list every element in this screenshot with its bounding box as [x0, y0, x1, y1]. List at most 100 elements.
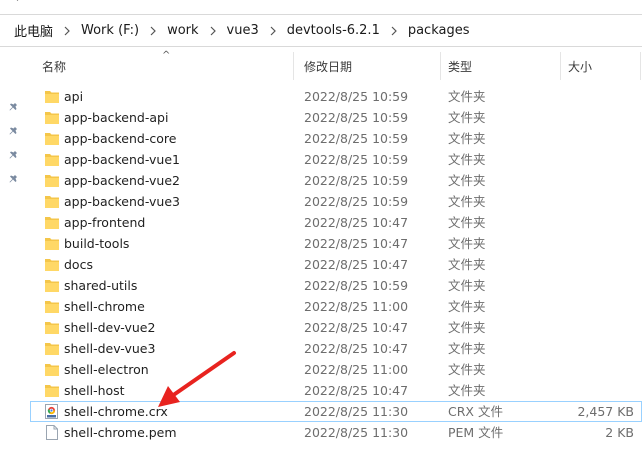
file-date: 2022/8/25 10:59	[304, 173, 409, 188]
file-name: app-backend-vue2	[64, 173, 180, 188]
file-type: 文件夹	[448, 173, 486, 188]
breadcrumb-drive[interactable]: Work (F:)	[79, 23, 141, 38]
breadcrumb-work[interactable]: work	[165, 23, 200, 38]
file-name: app-frontend	[64, 215, 146, 230]
file-name: app-backend-api	[64, 110, 169, 125]
chevron-right-icon[interactable]	[201, 26, 225, 36]
annotation-arrow-icon	[158, 351, 236, 407]
file-row[interactable]: shell-chrome 2022/8/25 11:00 文件夹	[30, 296, 642, 317]
file-name: shared-utils	[64, 278, 138, 293]
file-date: 2022/8/25 10:59	[304, 131, 409, 146]
file-date: 2022/8/25 11:30	[304, 425, 409, 440]
folder-icon	[45, 91, 59, 103]
file-row[interactable]: shell-chrome.pem 2022/8/25 11:30 PEM 文件 …	[30, 422, 642, 443]
file-type: 文件夹	[448, 215, 486, 230]
file-name: shell-electron	[64, 362, 149, 377]
file-list: api 2022/8/25 10:59 文件夹 app-backend-api …	[30, 86, 642, 443]
file-row[interactable]: shell-host 2022/8/25 10:47 文件夹	[30, 380, 642, 401]
file-date: 2022/8/25 10:59	[304, 278, 409, 293]
pin-icon[interactable]	[7, 98, 21, 112]
file-row[interactable]: app-backend-api 2022/8/25 10:59 文件夹	[30, 107, 642, 128]
file-row[interactable]: shared-utils 2022/8/25 10:59 文件夹	[30, 275, 642, 296]
file-name: shell-chrome.pem	[64, 425, 177, 440]
file-date: 2022/8/25 10:59	[304, 89, 409, 104]
pin-icon[interactable]	[7, 146, 21, 160]
file-date: 2022/8/25 10:47	[304, 257, 409, 272]
file-type: 文件夹	[448, 110, 486, 125]
file-date: 2022/8/25 10:47	[304, 341, 409, 356]
navigation-pane	[0, 48, 30, 475]
file-size: 2,457 KB	[577, 404, 634, 419]
file-type: 文件夹	[448, 152, 486, 167]
file-row[interactable]: api 2022/8/25 10:59 文件夹	[30, 86, 642, 107]
file-name: app-backend-vue1	[64, 152, 180, 167]
file-type: 文件夹	[448, 194, 486, 209]
column-date-header[interactable]: 修改日期	[304, 48, 352, 84]
file-row[interactable]: shell-dev-vue2 2022/8/25 10:47 文件夹	[30, 317, 642, 338]
file-type: PEM 文件	[448, 425, 504, 440]
folder-icon	[45, 112, 59, 124]
file-date: 2022/8/25 11:00	[304, 299, 409, 314]
file-type: CRX 文件	[448, 404, 503, 419]
file-row[interactable]: shell-electron 2022/8/25 11:00 文件夹	[30, 359, 642, 380]
column-divider[interactable]	[293, 52, 294, 80]
file-row-selected[interactable]: shell-chrome.crx 2022/8/25 11:30 CRX 文件 …	[30, 401, 642, 422]
column-name-header[interactable]: 名称	[42, 48, 66, 84]
folder-icon	[45, 301, 59, 313]
file-type: 文件夹	[448, 278, 486, 293]
folder-icon	[45, 280, 59, 292]
column-divider[interactable]	[560, 52, 561, 80]
file-date: 2022/8/25 11:30	[304, 404, 409, 419]
folder-icon	[45, 259, 59, 271]
breadcrumb-packages[interactable]: packages	[406, 23, 472, 38]
file-row[interactable]: app-backend-vue1 2022/8/25 10:59 文件夹	[30, 149, 642, 170]
pin-icon[interactable]	[7, 122, 21, 136]
file-row[interactable]: app-backend-vue3 2022/8/25 10:59 文件夹	[30, 191, 642, 212]
breadcrumb-vue3[interactable]: vue3	[225, 23, 261, 38]
breadcrumb-this-pc[interactable]: 此电脑	[0, 21, 55, 40]
chevron-right-icon[interactable]	[141, 26, 165, 36]
column-size-header[interactable]: 大小	[568, 48, 592, 84]
folder-icon	[45, 154, 59, 166]
sort-ascending-icon: ^	[162, 50, 171, 61]
file-date: 2022/8/25 10:59	[304, 194, 409, 209]
folder-icon	[45, 175, 59, 187]
column-divider[interactable]	[440, 52, 441, 80]
folder-icon	[45, 385, 59, 397]
file-date: 2022/8/25 10:59	[304, 152, 409, 167]
folder-icon	[45, 322, 59, 334]
crx-file-icon	[45, 404, 58, 419]
file-name: api	[64, 89, 84, 104]
document-file-icon	[46, 425, 58, 440]
breadcrumb: 此电脑 Work (F:) work vue3 devtools-6.2.1 p…	[0, 15, 472, 46]
file-type: 文件夹	[448, 89, 486, 104]
file-row[interactable]: app-backend-vue2 2022/8/25 10:59 文件夹	[30, 170, 642, 191]
folder-icon	[45, 364, 59, 376]
chevron-right-icon[interactable]	[261, 26, 285, 36]
chevron-right-icon[interactable]	[382, 26, 406, 36]
file-type: 文件夹	[448, 299, 486, 314]
file-type: 文件夹	[448, 383, 486, 398]
file-date: 2022/8/25 10:59	[304, 110, 409, 125]
file-name: shell-host	[64, 383, 125, 398]
file-row[interactable]: docs 2022/8/25 10:47 文件夹	[30, 254, 642, 275]
file-row[interactable]: app-frontend 2022/8/25 10:47 文件夹	[30, 212, 642, 233]
column-divider[interactable]	[640, 52, 641, 80]
file-date: 2022/8/25 11:00	[304, 362, 409, 377]
address-bar[interactable]: 此电脑 Work (F:) work vue3 devtools-6.2.1 p…	[0, 14, 642, 47]
file-row[interactable]: shell-dev-vue3 2022/8/25 10:47 文件夹	[30, 338, 642, 359]
column-type-header[interactable]: 类型	[448, 48, 472, 84]
folder-icon	[45, 133, 59, 145]
file-name: app-backend-core	[64, 131, 177, 146]
file-name: docs	[64, 257, 93, 272]
file-row[interactable]: app-backend-core 2022/8/25 10:59 文件夹	[30, 128, 642, 149]
file-name: shell-chrome	[64, 299, 145, 314]
chevron-right-icon[interactable]	[55, 26, 79, 36]
file-type: 文件夹	[448, 236, 486, 251]
pin-icon[interactable]	[7, 170, 21, 184]
file-name: app-backend-vue3	[64, 194, 180, 209]
file-row[interactable]: build-tools 2022/8/25 10:47 文件夹	[30, 233, 642, 254]
breadcrumb-devtools[interactable]: devtools-6.2.1	[285, 23, 382, 38]
folder-icon	[45, 238, 59, 250]
file-date: 2022/8/25 10:47	[304, 383, 409, 398]
